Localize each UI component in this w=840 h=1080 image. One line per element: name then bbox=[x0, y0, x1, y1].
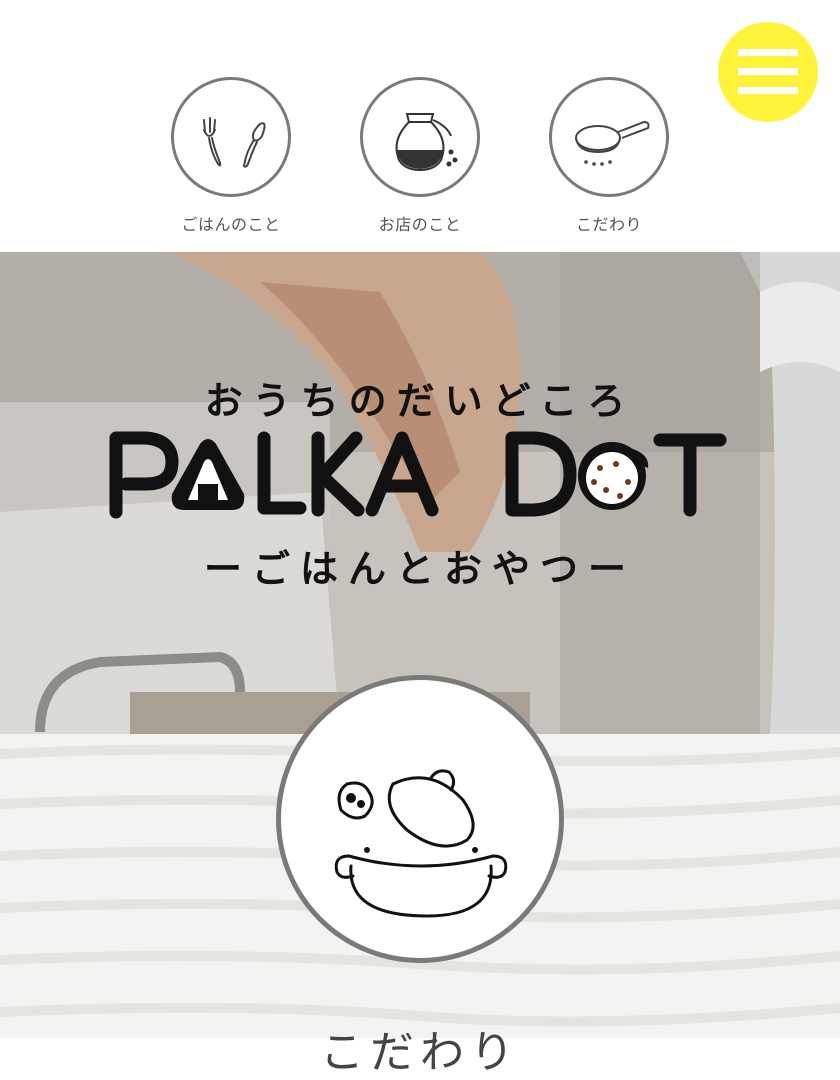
nav-label: こだわり bbox=[575, 215, 642, 234]
nav-circle[interactable] bbox=[549, 77, 669, 197]
hero-tagline: おうちのだいどころ bbox=[204, 379, 636, 423]
nav-label: ごはんのこと bbox=[181, 215, 281, 234]
menu-bar bbox=[738, 49, 798, 56]
hamburger-menu-button[interactable] bbox=[718, 22, 818, 122]
polka-dot-logo bbox=[109, 431, 727, 519]
nav-item-shop[interactable]: お店のこと bbox=[355, 77, 485, 235]
nav-circle[interactable] bbox=[171, 77, 291, 197]
frying-pan-icon bbox=[575, 120, 650, 166]
feature-pot-circle[interactable] bbox=[276, 675, 564, 963]
nav-item-kodawari[interactable]: こだわり bbox=[544, 77, 674, 235]
section-title: こだわり bbox=[320, 1027, 520, 1078]
fork-spoon-icon bbox=[203, 117, 266, 168]
nav-item-gohan[interactable]: ごはんのこと bbox=[166, 77, 296, 235]
hero-banner: おうちのだいどころ ーごはんとおやつー bbox=[0, 252, 840, 734]
nav-label: お店のこと bbox=[378, 215, 462, 234]
menu-bar bbox=[738, 87, 798, 94]
brand-logo bbox=[0, 424, 840, 528]
menu-bar bbox=[738, 68, 798, 75]
hero-subtitle: ーごはんとおやつー bbox=[203, 547, 636, 591]
cooking-pot-icon bbox=[334, 769, 508, 918]
nav-circle[interactable] bbox=[360, 77, 480, 197]
coffee-pot-icon bbox=[395, 113, 458, 172]
